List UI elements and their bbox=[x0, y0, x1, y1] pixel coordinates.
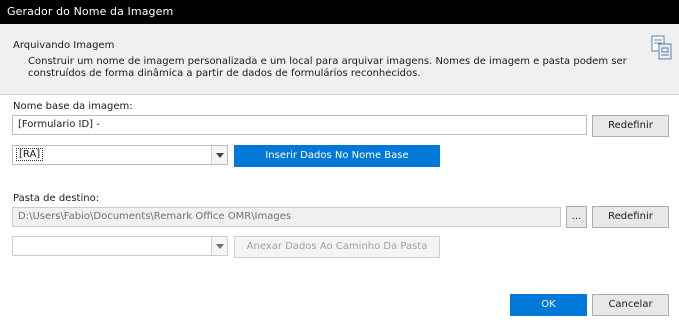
cancel-button[interactable]: Cancelar bbox=[592, 294, 669, 316]
chevron-down-icon[interactable] bbox=[211, 237, 227, 255]
ok-button[interactable]: OK bbox=[510, 294, 587, 316]
destination-reset-button[interactable]: Redefinir bbox=[592, 206, 669, 228]
base-name-label: Nome base da imagem: bbox=[13, 101, 133, 112]
append-data-path-button[interactable]: Anexar Dados Ao Caminho Da Pasta bbox=[234, 236, 440, 258]
data-field-select-value: [RA] bbox=[15, 148, 44, 161]
data-field-select[interactable]: [RA] bbox=[12, 145, 228, 165]
window-title: Gerador do Nome da Imagem bbox=[7, 5, 174, 18]
form-archive-icon bbox=[651, 35, 672, 60]
path-data-select[interactable] bbox=[12, 236, 228, 256]
browse-button[interactable]: ... bbox=[566, 206, 587, 228]
header-heading: Arquivando Imagem bbox=[13, 40, 115, 51]
destination-path-input[interactable]: D:\Users\Fabio\Documents\Remark Office O… bbox=[12, 207, 561, 227]
chevron-down-icon[interactable] bbox=[211, 146, 227, 164]
dialog-header: Arquivando Imagem Construir um nome de i… bbox=[0, 24, 679, 95]
insert-data-button[interactable]: Inserir Dados No Nome Base bbox=[234, 145, 440, 167]
title-bar: Gerador do Nome da Imagem bbox=[0, 0, 679, 24]
destination-label: Pasta de destino: bbox=[13, 193, 100, 204]
base-name-reset-button[interactable]: Redefinir bbox=[592, 115, 669, 137]
header-description: Construir um nome de imagem personalizad… bbox=[28, 56, 627, 79]
base-name-input[interactable]: [Formulario ID] - bbox=[12, 115, 587, 135]
